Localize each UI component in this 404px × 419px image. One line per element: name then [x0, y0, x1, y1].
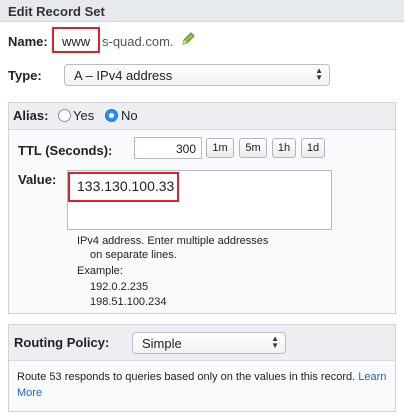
example-label: Example:	[77, 265, 123, 277]
alias-yes-label: Yes	[73, 108, 95, 123]
routing-policy-select[interactable]: Simple ▲ ▼	[132, 332, 286, 354]
alias-label: Alias:	[13, 108, 49, 123]
routing-description: Route 53 responds to queries based only …	[17, 369, 395, 401]
ttl-input[interactable]: 300	[134, 137, 202, 159]
dialog-title: Edit Record Set	[8, 4, 105, 19]
alias-yes-radio[interactable]	[58, 109, 71, 122]
value-help-line2: on separate lines.	[90, 249, 177, 261]
ttl-1m-button[interactable]: 1m	[206, 138, 234, 158]
alias-no-label: No	[121, 108, 138, 123]
name-input[interactable]: www	[62, 34, 90, 49]
value-text: 133.130.100.33	[77, 178, 175, 194]
type-select-value: A – IPv4 address	[74, 68, 173, 83]
select-arrows-icon: ▲ ▼	[315, 66, 323, 82]
ttl-1d-button[interactable]: 1d	[301, 138, 325, 158]
ttl-1h-button[interactable]: 1h	[272, 138, 296, 158]
value-label: Value:	[18, 172, 57, 187]
pencil-icon[interactable]	[180, 31, 196, 47]
example-2: 198.51.100.234	[90, 296, 167, 308]
routing-select-value: Simple	[142, 336, 182, 351]
type-select[interactable]: A – IPv4 address ▲ ▼	[64, 64, 330, 86]
type-label: Type:	[8, 68, 42, 83]
routing-policy-label: Routing Policy:	[14, 335, 110, 350]
ttl-5m-button[interactable]: 5m	[239, 138, 267, 158]
ttl-label: TTL (Seconds):	[18, 143, 113, 158]
dialog-header: Edit Record Set	[0, 0, 404, 22]
routing-description-text: Route 53 responds to queries based only …	[17, 371, 356, 383]
alias-no-radio[interactable]	[105, 109, 118, 122]
domain-suffix: s-quad.com.	[102, 34, 174, 49]
value-help-line1: IPv4 address. Enter multiple addresses	[77, 235, 269, 247]
name-label: Name:	[8, 34, 48, 49]
select-arrows-icon: ▲ ▼	[271, 334, 279, 350]
example-1: 192.0.2.235	[90, 281, 149, 293]
